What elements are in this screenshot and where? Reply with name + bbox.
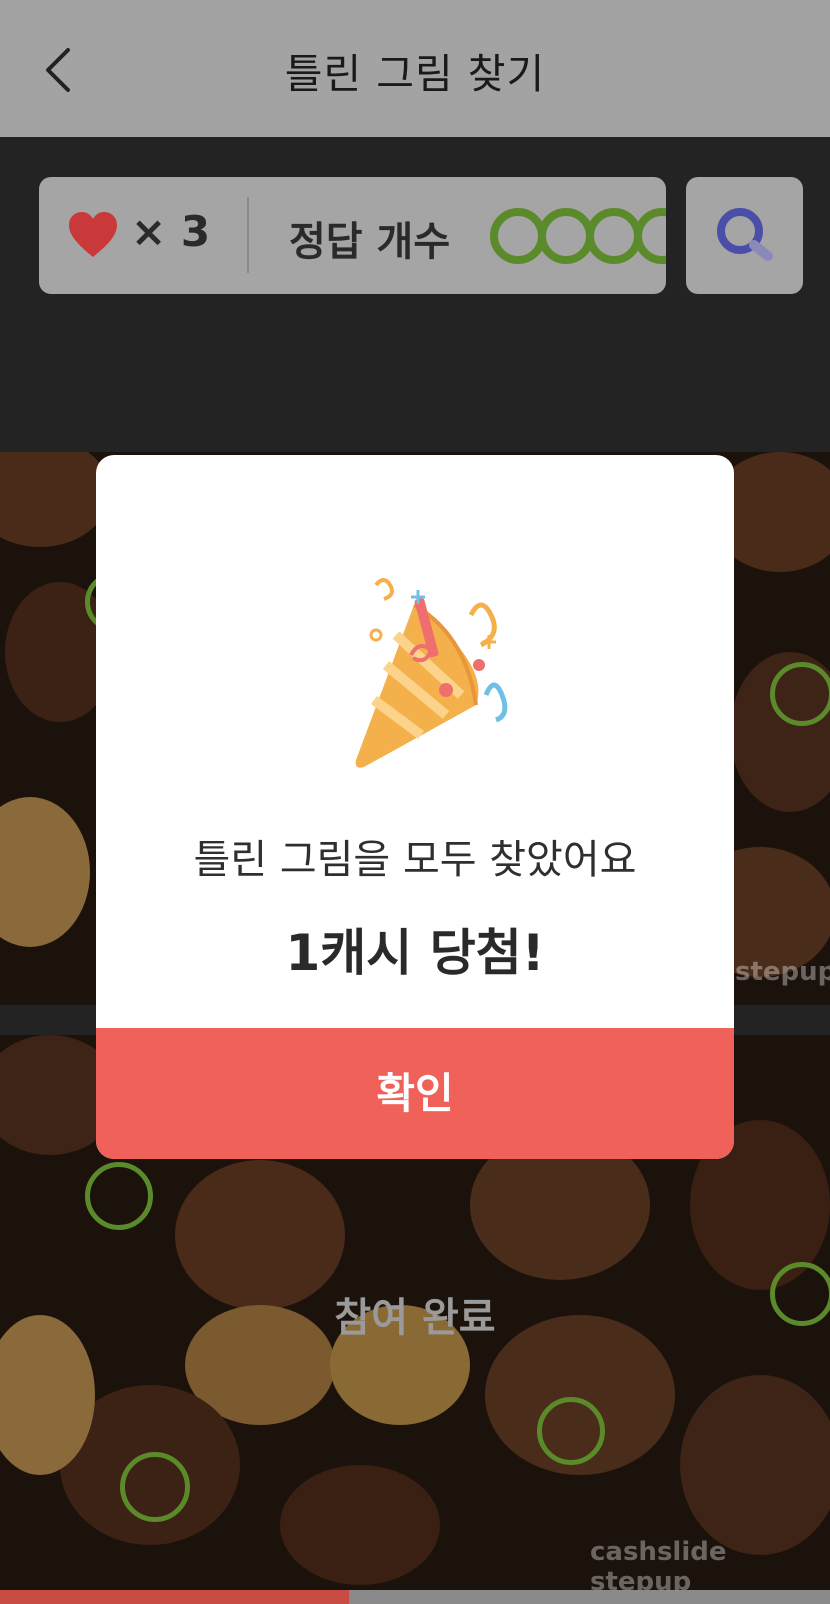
answer-count-label: 정답 개수 xyxy=(289,219,451,265)
answer-circle xyxy=(586,208,642,264)
answer-circle xyxy=(490,208,546,264)
heart-icon xyxy=(69,212,117,257)
status-box: × 3 정답 개수 xyxy=(39,177,666,294)
reward-modal: 틀린 그림을 모두 찾았어요 1캐시 당첨! 확인 xyxy=(96,455,734,1159)
app-header: 틀린 그림 찾기 xyxy=(0,0,830,137)
status-area: × 3 정답 개수 xyxy=(0,137,830,452)
found-marker xyxy=(85,1162,153,1230)
found-marker xyxy=(770,662,830,726)
progress-fill xyxy=(0,1590,349,1604)
answer-circle xyxy=(634,208,666,264)
page-title: 틀린 그림 찾기 xyxy=(284,50,546,98)
lives-count: × 3 xyxy=(131,207,211,256)
search-icon xyxy=(717,208,773,261)
found-marker xyxy=(120,1452,190,1522)
divider xyxy=(247,197,249,273)
watermark: cashslide stepup xyxy=(590,1537,727,1590)
answer-circles xyxy=(490,208,666,264)
progress-bar xyxy=(0,1590,830,1604)
party-popper-icon xyxy=(355,578,508,768)
found-marker xyxy=(537,1397,605,1465)
modal-reward: 1캐시 당첨! xyxy=(285,924,545,982)
answer-circle xyxy=(538,208,594,264)
participation-complete-label: 참여 완료 xyxy=(334,1295,496,1341)
hint-search-button[interactable] xyxy=(686,177,803,294)
modal-message: 틀린 그림을 모두 찾았어요 xyxy=(193,837,637,883)
watermark: stepup xyxy=(735,957,830,987)
confirm-button[interactable]: 확인 xyxy=(96,1028,734,1159)
